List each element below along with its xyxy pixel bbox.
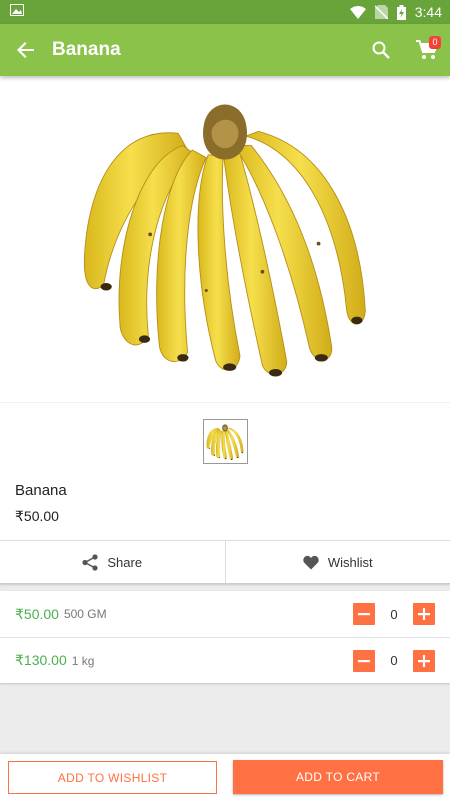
page-title: Banana bbox=[52, 39, 121, 60]
variant-list: ₹50.00 500 GM 0 ₹130.00 1 kg 0 bbox=[0, 591, 450, 683]
banana-image bbox=[83, 104, 366, 377]
share-label: Share bbox=[107, 554, 143, 570]
plus-icon bbox=[418, 654, 430, 667]
bottom-action-bar: ADD TO WISHLIST ADD TO CART bbox=[0, 754, 450, 800]
product-name: Banana bbox=[15, 482, 67, 499]
increase-qty-button[interactable] bbox=[413, 649, 435, 672]
battery-icon bbox=[396, 4, 406, 20]
status-left bbox=[10, 3, 24, 21]
share-button[interactable]: Share bbox=[0, 541, 225, 583]
banana-thumbnail-image bbox=[206, 423, 244, 460]
heart-icon bbox=[303, 555, 319, 569]
back-button[interactable] bbox=[0, 24, 52, 76]
product-price: ₹50.00 bbox=[15, 508, 59, 524]
action-row: Share Wishlist bbox=[0, 540, 450, 584]
minus-icon bbox=[358, 659, 370, 662]
search-icon bbox=[372, 41, 390, 59]
plus-icon bbox=[418, 608, 430, 620]
increase-qty-button[interactable] bbox=[413, 603, 435, 625]
thumbnail-strip bbox=[0, 402, 450, 478]
variant-price: ₹50.00 bbox=[15, 605, 59, 622]
wishlist-label: Wishlist bbox=[327, 554, 373, 570]
search-button[interactable] bbox=[358, 24, 404, 76]
image-notification-icon bbox=[10, 3, 24, 21]
decrease-qty-button[interactable] bbox=[353, 649, 375, 672]
decrease-qty-button[interactable] bbox=[353, 603, 375, 625]
product-image bbox=[0, 76, 450, 402]
status-bar: 3:44 bbox=[0, 0, 450, 24]
wifi-icon bbox=[349, 5, 366, 19]
variant-price: ₹130.00 bbox=[15, 652, 67, 668]
wishlist-button[interactable]: Wishlist bbox=[224, 541, 450, 583]
minus-icon bbox=[358, 613, 370, 616]
variant-row: ₹130.00 1 kg 0 bbox=[0, 637, 450, 683]
back-arrow-icon bbox=[17, 42, 34, 58]
cart-button[interactable]: 0 bbox=[404, 24, 450, 76]
quantity-value: 0 bbox=[390, 606, 398, 622]
app-bar: Banana 0 bbox=[0, 24, 450, 76]
status-time: 3:44 bbox=[414, 4, 442, 20]
add-to-cart-button[interactable]: ADD TO CART bbox=[233, 760, 443, 794]
cart-count-badge: 0 bbox=[429, 36, 441, 49]
variant-unit: 500 GM bbox=[63, 607, 107, 621]
product-thumbnail[interactable] bbox=[202, 419, 248, 464]
status-right: 3:44 bbox=[349, 4, 442, 20]
product-info: Banana ₹50.00 bbox=[0, 478, 450, 540]
no-sim-icon bbox=[374, 5, 388, 19]
variant-row: ₹50.00 500 GM 0 bbox=[0, 591, 450, 637]
share-icon bbox=[82, 553, 98, 571]
variant-unit: 1 kg bbox=[71, 653, 95, 668]
add-to-wishlist-button[interactable]: ADD TO WISHLIST bbox=[8, 761, 217, 794]
quantity-value: 0 bbox=[390, 653, 398, 668]
